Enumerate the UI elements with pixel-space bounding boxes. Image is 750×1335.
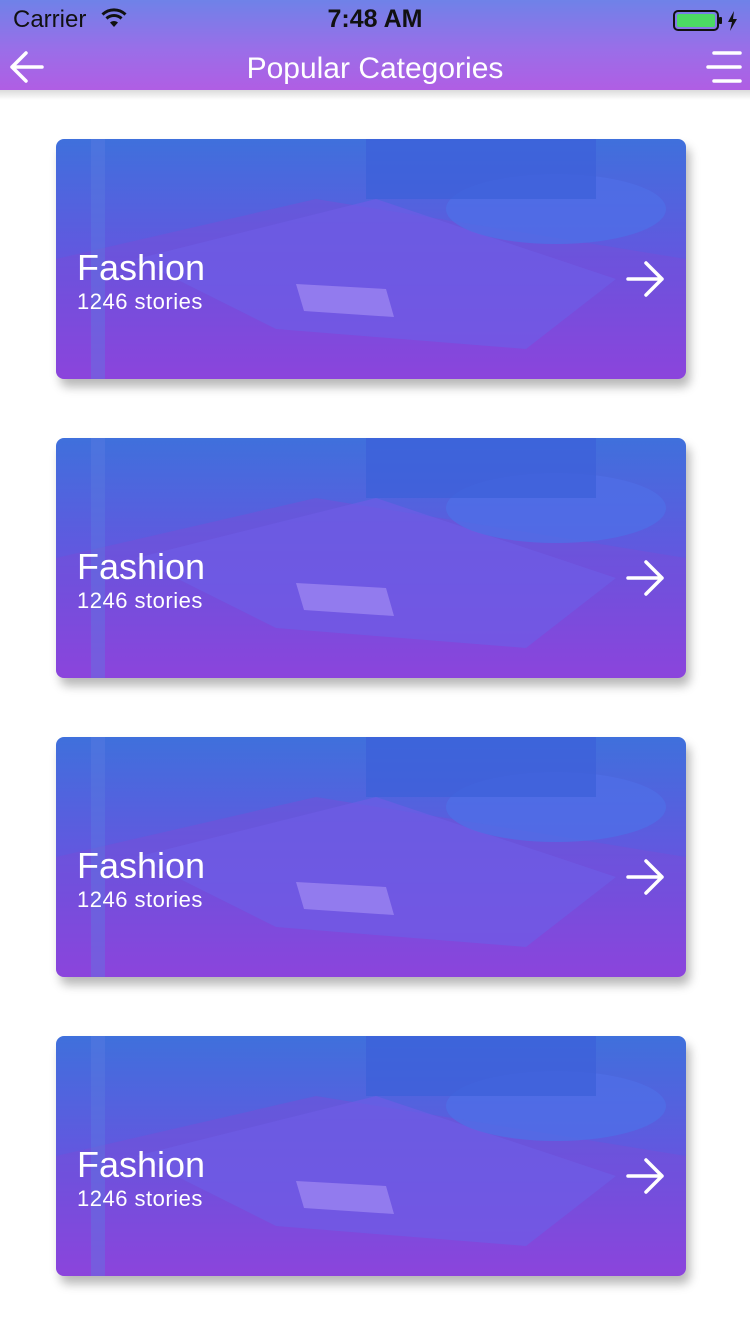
category-card[interactable]: Fashion 1246 stories: [56, 139, 686, 379]
status-bar: Carrier 7:48 AM: [0, 0, 750, 40]
arrow-right-icon[interactable]: [624, 857, 668, 897]
category-card[interactable]: Fashion 1246 stories: [56, 438, 686, 678]
app-header: Carrier 7:48 AM Popular Categories: [0, 0, 750, 90]
battery-charging-icon: [673, 10, 737, 31]
nav-bar: Popular Categories: [0, 40, 750, 90]
arrow-right-icon[interactable]: [624, 259, 668, 299]
category-list: Fashion 1246 stories Fashion 1246 storie…: [56, 139, 686, 1335]
menu-icon[interactable]: [706, 50, 742, 84]
category-story-count: 1246 stories: [77, 1186, 203, 1211]
category-name: Fashion: [77, 845, 206, 886]
arrow-right-icon[interactable]: [624, 1156, 668, 1196]
category-story-count: 1246 stories: [77, 887, 203, 912]
header-shadow: [0, 90, 750, 100]
category-card[interactable]: Fashion 1246 stories: [56, 737, 686, 977]
category-name: Fashion: [77, 546, 206, 587]
category-story-count: 1246 stories: [77, 588, 203, 613]
category-name: Fashion: [77, 1144, 206, 1185]
category-card[interactable]: Fashion 1246 stories: [56, 1036, 686, 1276]
category-story-count: 1246 stories: [77, 289, 203, 314]
arrow-right-icon[interactable]: [624, 558, 668, 598]
category-name: Fashion: [77, 247, 206, 288]
status-time: 7:48 AM: [327, 5, 423, 33]
page-title: Popular Categories: [246, 52, 504, 85]
